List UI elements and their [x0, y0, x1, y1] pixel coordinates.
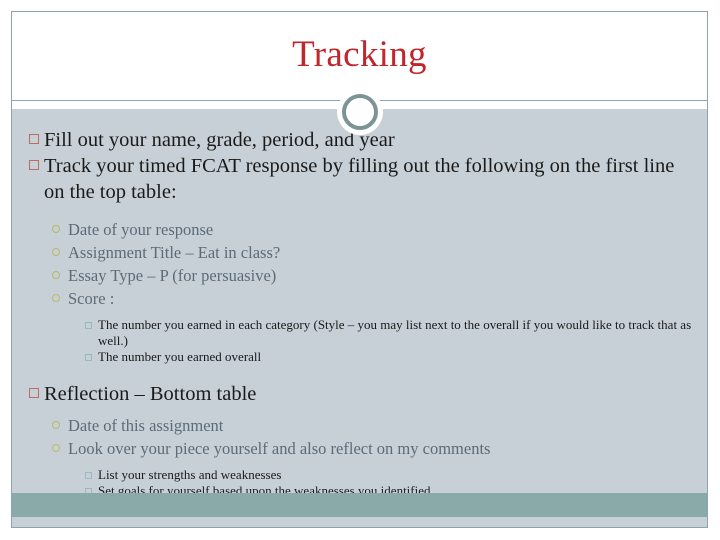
list-item: Date of this assignment [52, 414, 693, 437]
list-item-label: Essay Type – P (for persuasive) [68, 266, 277, 285]
circle-bullet-icon [52, 444, 60, 452]
list-item-label: Assignment Title – Eat in class? [68, 243, 281, 262]
slide: Tracking Fill out your name, grade, peri… [11, 11, 708, 528]
square-bullet-icon [85, 322, 92, 329]
square-bullet-icon [85, 354, 92, 361]
list-item: Date of your response [52, 218, 693, 241]
list-item: Score : [52, 287, 693, 310]
list-item: Look over your piece yourself and also r… [52, 437, 693, 460]
page-title: Tracking [292, 34, 427, 75]
list-item: Track your timed FCAT response by fillin… [29, 153, 693, 205]
slide-body: Fill out your name, grade, period, and y… [12, 109, 707, 527]
list-item-label: Look over your piece yourself and also r… [68, 439, 491, 458]
footer-bar [12, 493, 707, 517]
circle-bullet-icon [52, 294, 60, 302]
ornament-ring [341, 94, 378, 130]
circle-ornament-icon [336, 89, 383, 135]
list-item-label: Date of your response [68, 220, 214, 239]
circle-bullet-icon [52, 271, 60, 279]
list-item-label: List your strengths and weaknesses [98, 467, 282, 482]
list-item-label: The number you earned overall [98, 349, 262, 364]
slide-header: Tracking [12, 12, 707, 101]
list-item: The number you earned in each category (… [85, 317, 693, 349]
circle-bullet-icon [52, 421, 60, 429]
list-item: Reflection – Bottom table [29, 381, 693, 407]
list-item-label: Reflection – Bottom table [44, 383, 257, 405]
square-bullet-icon [29, 160, 39, 170]
list-item: The number you earned overall [85, 349, 693, 365]
square-bullet-icon [29, 134, 39, 144]
list-item: Essay Type – P (for persuasive) [52, 264, 693, 287]
list-item-label: Date of this assignment [68, 416, 224, 435]
square-bullet-icon [29, 388, 39, 398]
circle-bullet-icon [52, 248, 60, 256]
list-item-label: Track your timed FCAT response by fillin… [44, 155, 675, 203]
square-bullet-icon [85, 472, 92, 479]
list-item: Assignment Title – Eat in class? [52, 241, 693, 264]
list-item: List your strengths and weaknesses [85, 467, 693, 483]
bullet-list: Fill out your name, grade, period, and y… [29, 127, 693, 499]
list-item-label: Score : [68, 289, 115, 308]
circle-bullet-icon [52, 225, 60, 233]
list-item-label: The number you earned in each category (… [98, 317, 692, 348]
